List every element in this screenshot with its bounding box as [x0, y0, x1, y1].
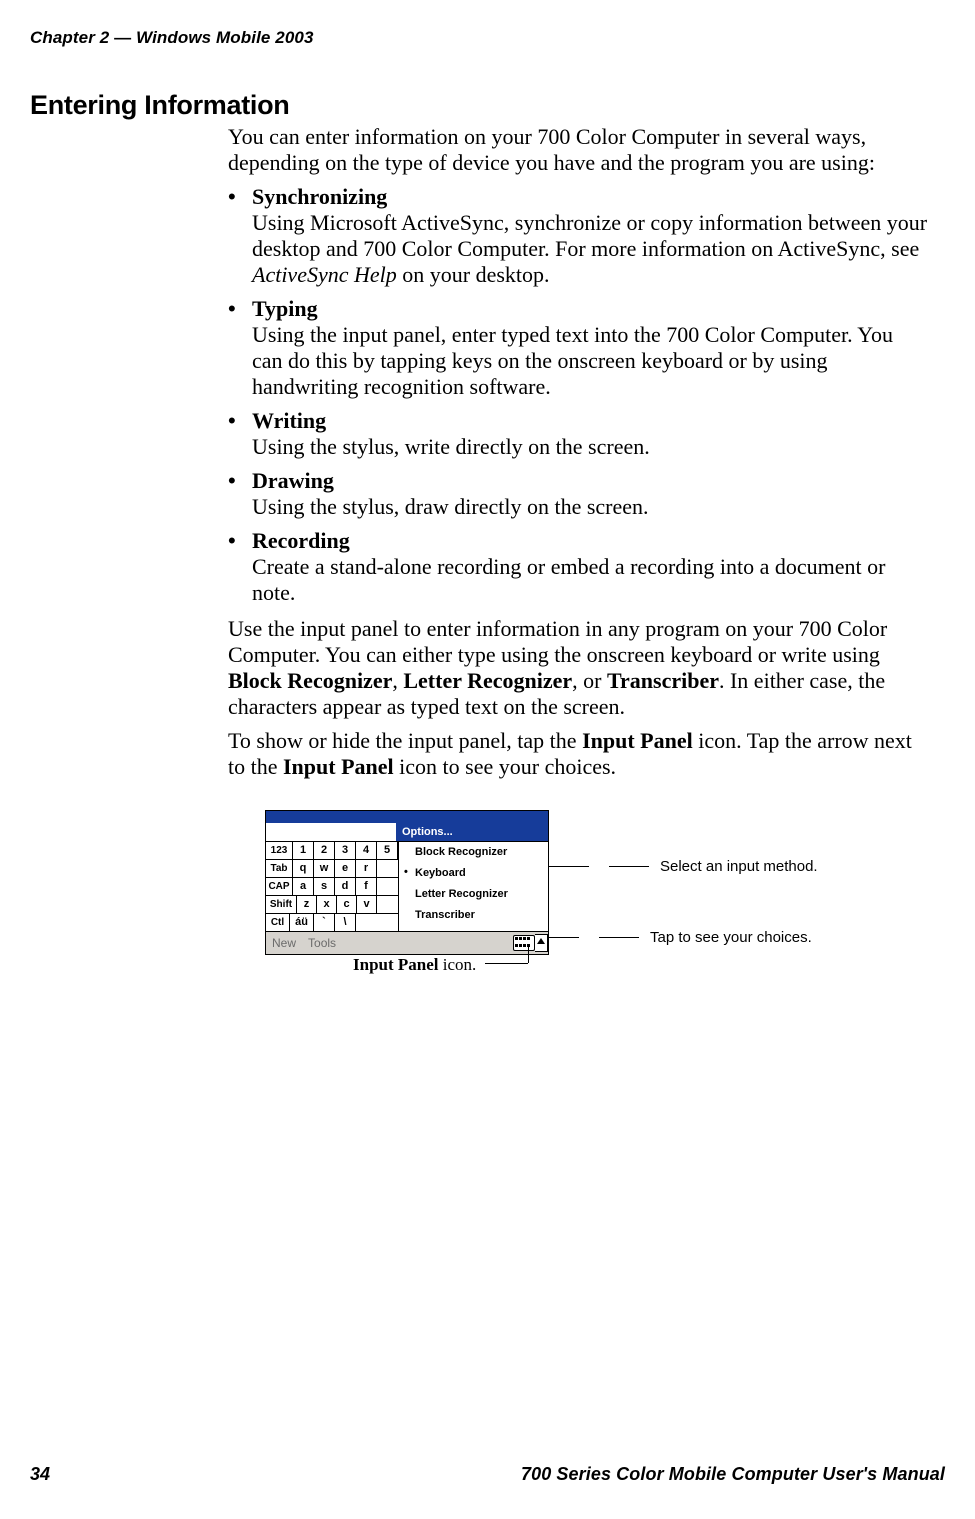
- callout-input-panel-icon: Input Panel icon.: [353, 955, 476, 975]
- list-term: Drawing: [252, 468, 334, 493]
- page-number: 34: [30, 1464, 50, 1485]
- list-term: Writing: [252, 408, 326, 433]
- key[interactable]: s: [314, 878, 335, 895]
- key[interactable]: v: [357, 896, 377, 913]
- list-body: Create a stand-alone recording or embed …: [252, 554, 885, 605]
- options-menu-item[interactable]: Options...: [396, 823, 548, 841]
- callout-line: [609, 866, 649, 867]
- key[interactable]: 123: [266, 842, 293, 859]
- feature-list: • Synchronizing Using Microsoft ActiveSy…: [228, 184, 928, 606]
- list-body: Using the stylus, write directly on the …: [252, 434, 650, 459]
- key[interactable]: 3: [335, 842, 356, 859]
- key[interactable]: f: [356, 878, 377, 895]
- callout-line: [485, 963, 528, 964]
- screenshot: Options... 123 1 2 3 4 5 Tab q w: [265, 810, 549, 955]
- soft-keyboard[interactable]: 123 1 2 3 4 5 Tab q w e r: [266, 841, 398, 931]
- manual-title: 700 Series Color Mobile Computer User's …: [521, 1464, 945, 1485]
- list-body: Using the stylus, draw directly on the s…: [252, 494, 649, 519]
- list-item: • Typing Using the input panel, enter ty…: [228, 296, 928, 400]
- key[interactable]: r: [356, 860, 377, 877]
- key[interactable]: d: [335, 878, 356, 895]
- key[interactable]: \: [335, 914, 356, 931]
- section-heading: Entering Information: [30, 90, 290, 121]
- key-shift[interactable]: Shift: [266, 896, 297, 913]
- key[interactable]: 5: [377, 842, 398, 859]
- list-term: Typing: [252, 296, 318, 321]
- window-titlebar: [266, 811, 548, 823]
- callout-line: [549, 937, 579, 938]
- list-item: • Recording Create a stand-alone recordi…: [228, 528, 928, 606]
- list-item: • Synchronizing Using Microsoft ActiveSy…: [228, 184, 928, 288]
- callout-line: [599, 937, 639, 938]
- list-term: Recording: [252, 528, 350, 553]
- callout-tap-choices: Tap to see your choices.: [650, 929, 812, 946]
- key[interactable]: 1: [293, 842, 314, 859]
- callout-select-input-method: Select an input method.: [660, 858, 818, 875]
- running-header: Chapter 2 — Windows Mobile 2003: [30, 28, 314, 48]
- new-button[interactable]: New: [266, 936, 302, 950]
- list-item: • Drawing Using the stylus, draw directl…: [228, 468, 928, 520]
- bullet-icon: •: [228, 528, 236, 554]
- menu-item-block-recognizer[interactable]: Block Recognizer: [399, 842, 548, 863]
- menu-item-transcriber[interactable]: Transcriber: [399, 905, 548, 926]
- key-cap[interactable]: CAP: [266, 878, 293, 895]
- intro-paragraph: You can enter information on your 700 Co…: [228, 124, 928, 176]
- callout-line: [528, 947, 529, 963]
- key[interactable]: 4: [356, 842, 377, 859]
- input-panel-button[interactable]: [513, 934, 548, 952]
- key[interactable]: a: [293, 878, 314, 895]
- chevron-up-icon[interactable]: [535, 934, 548, 952]
- bullet-icon: •: [228, 468, 236, 494]
- keyboard-and-menu: 123 1 2 3 4 5 Tab q w e r: [266, 841, 548, 931]
- menu-item-keyboard[interactable]: Keyboard: [399, 863, 548, 884]
- key[interactable]: 2: [314, 842, 335, 859]
- bullet-icon: •: [228, 296, 236, 322]
- paragraph: To show or hide the input panel, tap the…: [228, 728, 928, 780]
- key[interactable]: e: [335, 860, 356, 877]
- list-item: • Writing Using the stylus, write direct…: [228, 408, 928, 460]
- body-content: You can enter information on your 700 Co…: [228, 124, 928, 788]
- list-body: Using the input panel, enter typed text …: [252, 322, 893, 399]
- key[interactable]: `: [314, 914, 335, 931]
- chapter-number: Chapter 2: [30, 28, 109, 47]
- input-method-menu: Block Recognizer Keyboard Letter Recogni…: [398, 841, 548, 931]
- list-term: Synchronizing: [252, 184, 387, 209]
- bullet-icon: •: [228, 184, 236, 210]
- callout-line: [549, 866, 589, 867]
- keyboard-icon: [513, 935, 535, 951]
- key-ctl[interactable]: Ctl: [266, 914, 290, 931]
- menu-item-letter-recognizer[interactable]: Letter Recognizer: [399, 884, 548, 905]
- command-bar: New Tools: [266, 931, 548, 954]
- key-intl[interactable]: áü: [290, 914, 314, 931]
- chapter-title: Windows Mobile 2003: [136, 28, 313, 47]
- tools-button[interactable]: Tools: [302, 936, 342, 950]
- key[interactable]: z: [297, 896, 317, 913]
- key[interactable]: q: [293, 860, 314, 877]
- key[interactable]: x: [317, 896, 337, 913]
- key[interactable]: c: [337, 896, 357, 913]
- paragraph: Use the input panel to enter information…: [228, 616, 928, 720]
- separator: —: [114, 28, 131, 47]
- key-tab[interactable]: Tab: [266, 860, 293, 877]
- bullet-icon: •: [228, 408, 236, 434]
- key[interactable]: w: [314, 860, 335, 877]
- page-footer: 34 700 Series Color Mobile Computer User…: [30, 1464, 945, 1485]
- list-body: Using Microsoft ActiveSync, synchronize …: [252, 210, 927, 287]
